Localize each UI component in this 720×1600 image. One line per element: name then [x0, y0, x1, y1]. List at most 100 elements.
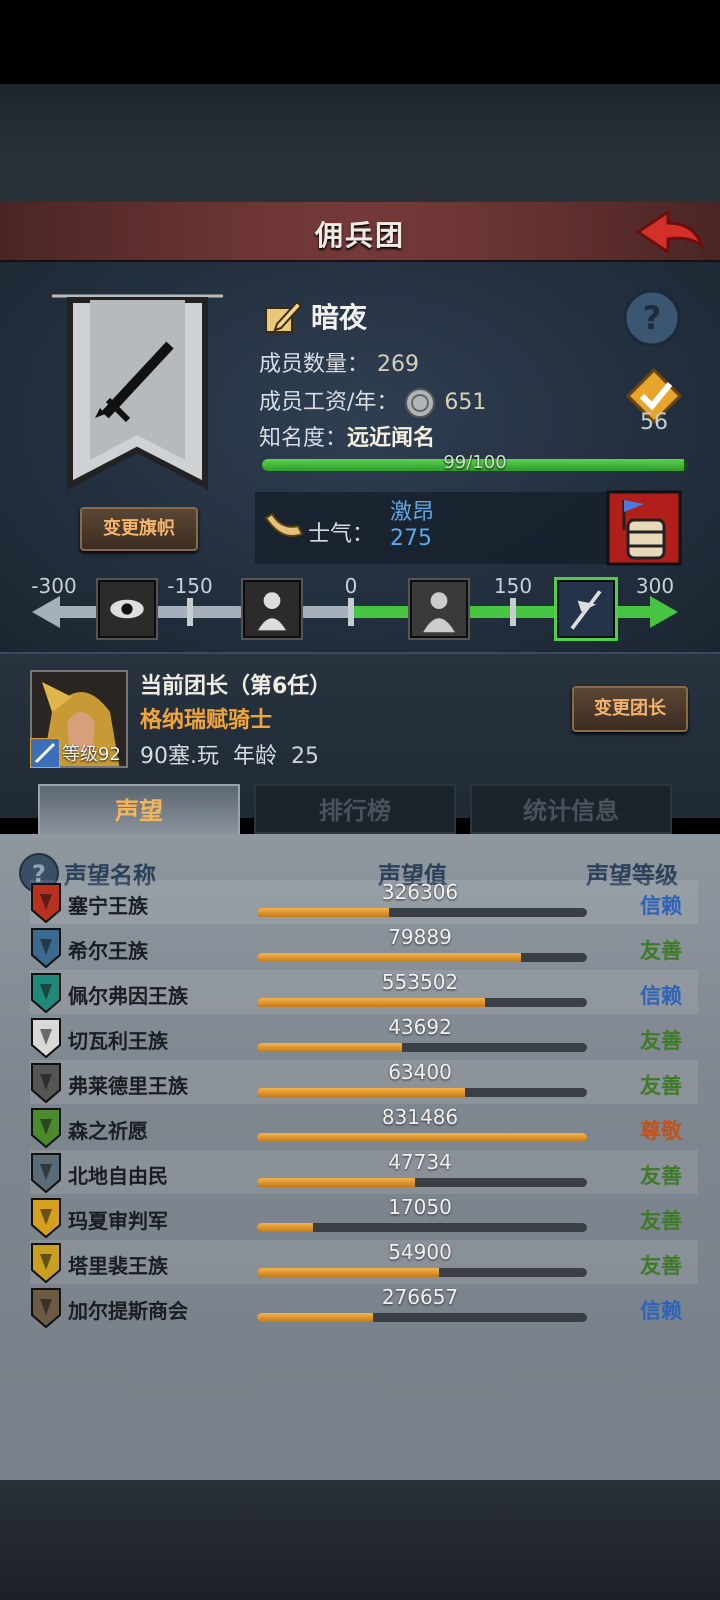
faction-name: 切瓦利王族 [68, 1029, 168, 1053]
blue-helm-shield-icon [31, 928, 61, 969]
reputation-value: 831486 [381, 1105, 459, 1129]
leader-name: 格纳瑞赋骑士 [140, 708, 273, 733]
wage-row: 成员工资/年： 651 [259, 384, 486, 419]
leader-origin: 90塞.玩 [140, 744, 219, 769]
scale-label-high: 150 [493, 574, 533, 598]
leader-info: 90塞.玩 年龄 25 [140, 738, 319, 770]
reputation-value: 54900 [388, 1240, 452, 1264]
horn-icon [264, 512, 304, 537]
reputation-bar-fill [257, 908, 389, 917]
reputation-bar-fill [257, 1088, 465, 1097]
reputation-level: 友善 [640, 1074, 682, 1098]
bottom-backdrop [0, 1480, 720, 1600]
help-icon[interactable]: ? [622, 288, 682, 348]
scale-label-max: 300 [635, 574, 675, 598]
tab-statistics[interactable]: 统计信息 [470, 784, 672, 834]
reputation-value: 47734 [388, 1150, 452, 1174]
fame-progress-text: 99/100 [443, 452, 507, 473]
faction-row[interactable]: 北地自由民 47734 友善 [30, 1150, 698, 1194]
faction-row[interactable]: 塔里裴王族 54900 友善 [30, 1240, 698, 1284]
reputation-value: 17050 [388, 1195, 452, 1219]
gold-diamond-shield-icon [31, 1198, 61, 1239]
skull-shield-icon [31, 1063, 61, 1104]
faction-row[interactable]: 希尔王族 79889 友善 [30, 925, 698, 969]
reputation-bar-fill [257, 1223, 314, 1232]
reputation-value: 79889 [388, 925, 452, 949]
chest-shield-icon [31, 1288, 61, 1329]
guild-name-row: 暗夜 [263, 294, 367, 338]
faction-name: 森之祈愿 [68, 1119, 148, 1143]
leader-age-label: 年龄 [233, 744, 278, 769]
morale-inspired-icon[interactable] [557, 580, 615, 638]
leader-age-value: 25 [291, 744, 320, 769]
edit-name-icon[interactable] [263, 296, 303, 336]
svg-text:?: ? [643, 299, 662, 337]
tab-reputation[interactable]: 声望 [38, 784, 240, 834]
faction-name: 加尔提斯商会 [68, 1299, 188, 1323]
faction-name: 佩尔弗因王族 [68, 984, 188, 1008]
reputation-bar [257, 998, 587, 1007]
leader-level-badge: 等级92 [30, 738, 121, 768]
teal-crescent-shield-icon [31, 973, 61, 1014]
morale-label: 士气： [308, 522, 375, 547]
reputation-value: 276657 [381, 1285, 459, 1309]
reputation-bar-fill [257, 1133, 587, 1142]
morale-scale: -300 -150 0 150 300 [30, 574, 700, 644]
reputation-bar [257, 1178, 587, 1187]
page-title: 佣兵团 [314, 219, 405, 252]
faction-row[interactable]: 加尔提斯商会 276657 信赖 [30, 1285, 698, 1329]
reputation-bar-fill [257, 1268, 439, 1277]
reputation-level: 尊敬 [640, 1119, 682, 1143]
scale-label-low: -150 [167, 574, 213, 598]
reputation-bar-fill [257, 1043, 403, 1052]
title-bar: 佣兵团 [0, 202, 720, 262]
reputation-bar [257, 1043, 587, 1052]
wage-value: 651 [444, 390, 487, 415]
fame-row: 知名度：远近闻名 [259, 420, 435, 452]
morale-state: 激昂 [390, 500, 435, 525]
scale-label-zero: 0 [344, 574, 358, 598]
red-shield-icon [31, 883, 61, 924]
top-backdrop [0, 84, 720, 202]
change-leader-button[interactable]: 变更团长 [572, 686, 688, 732]
leader-title: 当前团长（第6任） [140, 674, 332, 699]
morale-value: 275 [390, 526, 432, 551]
reputation-level: 友善 [640, 1254, 682, 1278]
reputation-bar [257, 1268, 587, 1277]
reputation-bar [257, 1133, 587, 1142]
faction-name: 塔里裴王族 [68, 1254, 168, 1278]
faction-name: 北地自由民 [68, 1164, 168, 1188]
morale-neutral-icon[interactable] [410, 580, 468, 638]
barrel-flag-icon[interactable] [606, 490, 682, 566]
faction-row[interactable]: 玛夏审判军 17050 友善 [30, 1195, 698, 1239]
morale-despair-icon[interactable] [243, 580, 301, 638]
fame-label: 知名度： [259, 426, 348, 451]
reputation-bar-fill [257, 953, 521, 962]
member-count-row: 成员数量： 269 [259, 346, 419, 378]
tab-leaderboard[interactable]: 排行榜 [254, 784, 456, 834]
silver-coin-icon [405, 388, 436, 418]
reputation-value: 326306 [381, 880, 459, 904]
faction-row[interactable]: 弗莱德里王族 63400 友善 [30, 1060, 698, 1104]
status-bar [0, 0, 720, 84]
reputation-bar [257, 1223, 587, 1232]
back-arrow-icon[interactable] [634, 206, 706, 258]
reputation-bar-fill [257, 1178, 416, 1187]
reputation-value: 553502 [381, 970, 459, 994]
member-count-value: 269 [377, 352, 420, 377]
morale-eye-icon[interactable] [98, 580, 156, 638]
wage-label: 成员工资/年： [259, 390, 399, 415]
faction-name: 玛夏审判军 [68, 1209, 168, 1233]
faction-row[interactable]: 切瓦利王族 43692 友善 [30, 1015, 698, 1059]
change-banner-button[interactable]: 变更旗帜 [80, 507, 198, 551]
faction-row[interactable]: 塞宁王族 326306 信赖 [30, 880, 698, 924]
faction-row[interactable]: 森之祈愿 831486 尊敬 [30, 1105, 698, 1149]
scale-label-min: -300 [31, 574, 77, 598]
reputation-level: 友善 [640, 1029, 682, 1053]
green-tree-shield-icon [31, 1108, 61, 1149]
guild-name: 暗夜 [311, 301, 368, 334]
reputation-value: 43692 [388, 1015, 452, 1039]
faction-row[interactable]: 佩尔弗因王族 553502 信赖 [30, 970, 698, 1014]
reputation-bar [257, 908, 587, 917]
reputation-level: 信赖 [640, 894, 682, 918]
